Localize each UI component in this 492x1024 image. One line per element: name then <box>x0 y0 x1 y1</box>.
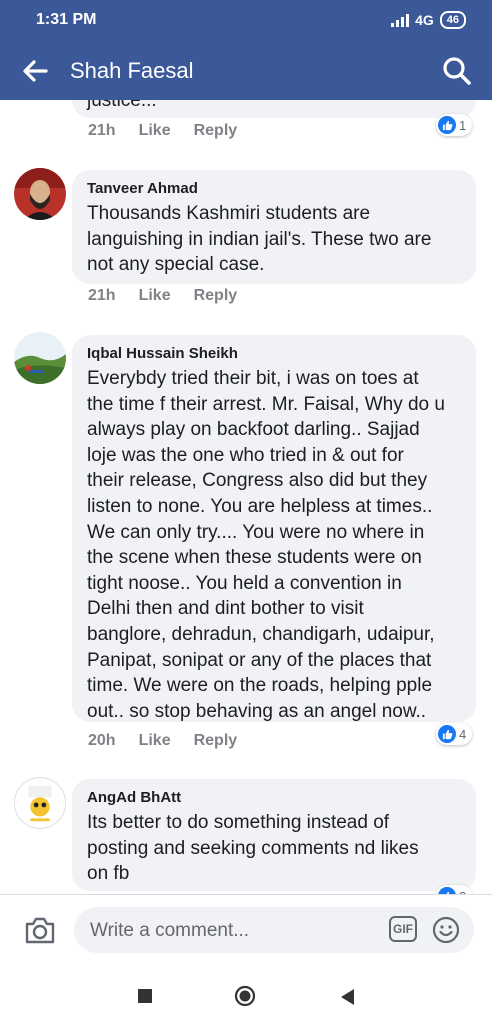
status-bar: 1:31 PM 4G 46 <box>0 0 492 42</box>
avatar[interactable] <box>14 332 66 384</box>
gif-icon[interactable]: GIF <box>389 916 417 942</box>
comment-bubble: Iqbal Hussain Sheikh Everybdy tried thei… <box>72 335 476 722</box>
comment-actions: 21h Like Reply <box>88 287 237 305</box>
reply-button[interactable]: Reply <box>194 122 238 140</box>
comment-composer: GIF <box>0 894 492 967</box>
comment-text: Everybdy tried their bit, i was on toes … <box>87 368 445 722</box>
comment-text: Thousands Kashmiri students are languish… <box>87 203 432 276</box>
comment-text: justice... <box>87 100 157 111</box>
system-nav-bar <box>0 966 492 1024</box>
search-icon[interactable] <box>442 56 472 86</box>
gif-label: GIF <box>393 922 413 936</box>
like-button[interactable]: Like <box>139 732 171 750</box>
network-type: 4G <box>415 12 434 28</box>
nav-square-icon[interactable] <box>138 989 152 1003</box>
comment-input-container[interactable]: GIF <box>74 907 474 955</box>
reaction-badge[interactable]: 4 <box>436 723 473 745</box>
comment-author[interactable]: Iqbal Hussain Sheikh <box>87 345 461 362</box>
signal-icon <box>391 13 410 27</box>
reaction-badge[interactable]: 1 <box>436 114 473 136</box>
emoji-icon[interactable] <box>431 915 461 945</box>
reaction-badge[interactable]: 2 <box>436 885 473 894</box>
avatar[interactable] <box>14 777 66 829</box>
camera-icon[interactable] <box>24 915 56 945</box>
comment-bubble: Tanveer Ahmad Thousands Kashmiri student… <box>72 170 476 284</box>
comment-bubble: justice... <box>72 100 476 118</box>
page-title: Shah Faesal <box>70 58 194 83</box>
reaction-count: 1 <box>459 117 467 133</box>
like-icon <box>438 887 456 894</box>
reply-button[interactable]: Reply <box>194 732 238 750</box>
like-icon <box>438 725 456 743</box>
comment-feed[interactable]: justice... 21h Like Reply 1 Tanveer Ahma… <box>0 100 492 894</box>
status-time: 1:31 PM <box>36 11 97 28</box>
battery-level: 46 <box>446 14 459 26</box>
nav-home-icon[interactable] <box>234 985 256 1007</box>
app-bar: Shah Faesal <box>0 42 492 100</box>
comment-bubble: AngAd BhAtt Its better to do something i… <box>72 779 476 891</box>
comment-author[interactable]: Tanveer Ahmad <box>87 180 461 197</box>
comment-actions: 20h Like Reply <box>88 732 237 750</box>
status-indicators: 4G 46 <box>391 11 466 29</box>
comment-time: 21h <box>88 287 116 304</box>
comment-actions: 21h Like Reply <box>88 122 237 140</box>
reaction-count: 4 <box>459 726 467 742</box>
reply-button[interactable]: Reply <box>194 287 238 305</box>
like-button[interactable]: Like <box>139 287 171 305</box>
like-button[interactable]: Like <box>139 122 171 140</box>
comment-time: 21h <box>88 122 116 139</box>
back-arrow-icon[interactable] <box>20 57 50 85</box>
battery-icon: 46 <box>439 11 466 29</box>
like-icon <box>438 116 456 134</box>
comment-time: 20h <box>88 732 116 749</box>
comment-input[interactable] <box>88 907 372 955</box>
comment-author[interactable]: AngAd BhAtt <box>87 789 461 806</box>
nav-back-icon[interactable] <box>338 987 356 1007</box>
comment-text: Its better to do something instead of po… <box>87 812 419 885</box>
avatar[interactable] <box>14 168 66 220</box>
